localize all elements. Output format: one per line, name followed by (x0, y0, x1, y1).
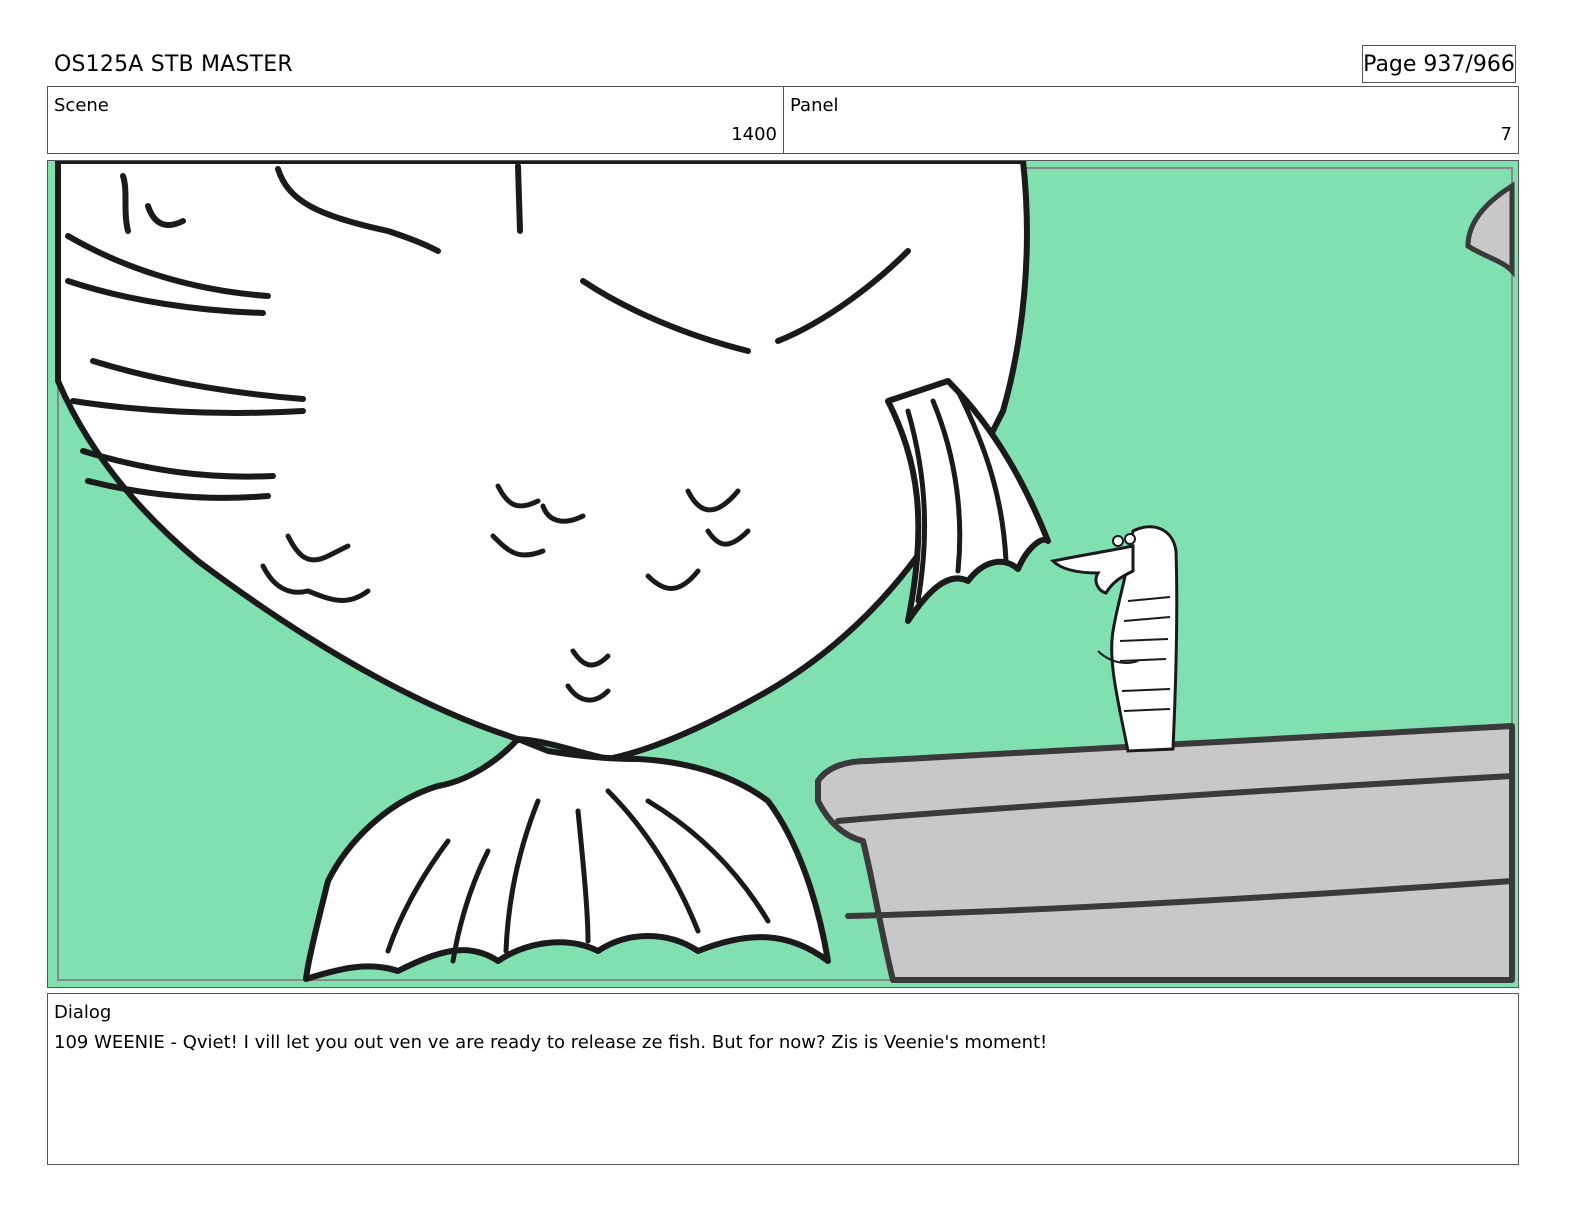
dialog-box: Dialog 109 WEENIE - Qviet! I vill let yo… (47, 993, 1519, 1165)
document-title: OS125A STB MASTER (54, 52, 293, 77)
scene-cell: Scene 1400 (48, 87, 784, 153)
page-number: Page 937/966 (1362, 45, 1516, 83)
scene-number: 1400 (731, 124, 777, 145)
storyboard-frame (47, 160, 1519, 988)
tub-platform (815, 723, 1515, 983)
dialog-text: 109 WEENIE - Qviet! I vill let you out v… (54, 1032, 1048, 1053)
storyboard-drawing (48, 161, 1518, 987)
panel-number: 7 (1500, 124, 1512, 145)
scene-panel-row: Scene 1400 Panel 7 (47, 86, 1519, 154)
dialog-label: Dialog (54, 1002, 112, 1023)
panel-cell: Panel 7 (784, 87, 1518, 153)
panel-label: Panel (790, 95, 839, 116)
scene-label: Scene (54, 95, 109, 116)
